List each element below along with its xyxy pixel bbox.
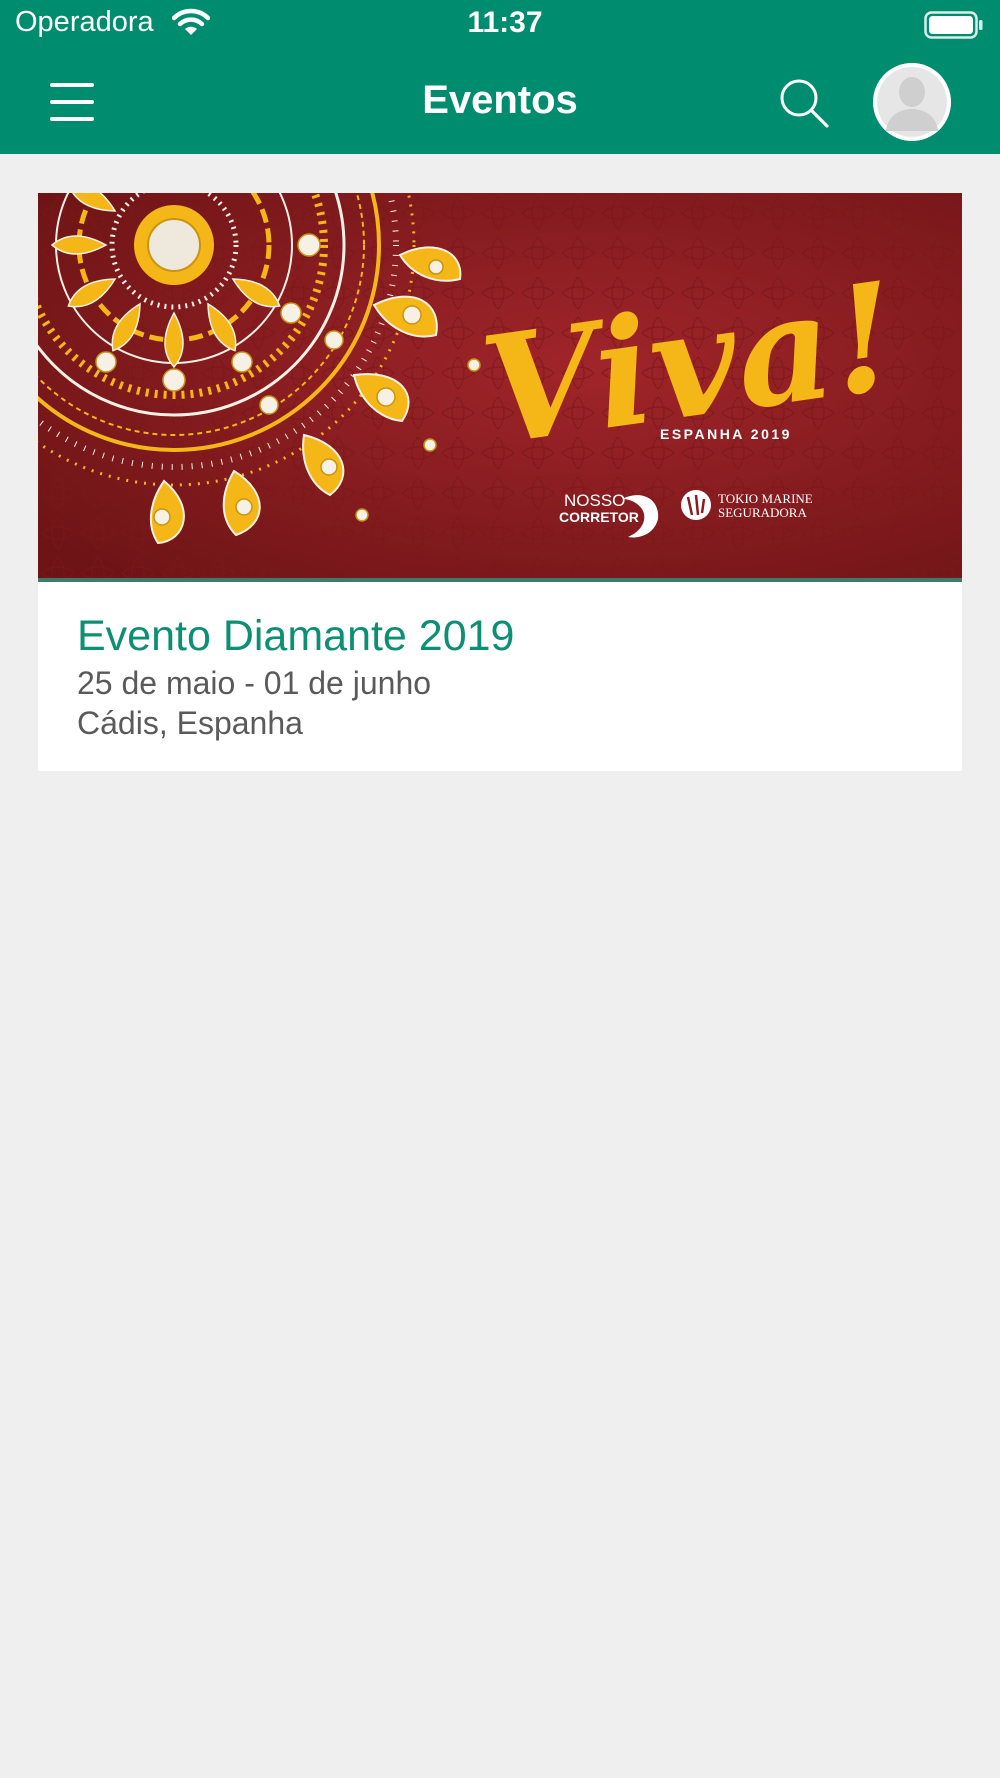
event-banner-image: Viva! ESPANHA 2019 NOSSO CORRETOR TOKIO … xyxy=(38,193,962,579)
status-time: 11:37 xyxy=(467,6,543,39)
event-dates: 25 de maio - 01 de junho xyxy=(77,665,432,701)
event-title: Evento Diamante 2019 xyxy=(77,612,515,660)
profile-avatar-button[interactable] xyxy=(873,63,951,141)
tokio-marine-logo: TOKIO MARINE SEGURADORA xyxy=(681,490,813,520)
app-bar: Operadora 11:37 Eventos xyxy=(0,0,1000,154)
event-location: Cádis, Espanha xyxy=(77,705,303,741)
banner-divider xyxy=(38,578,962,582)
search-icon[interactable] xyxy=(775,74,833,132)
svg-text:CORRETOR: CORRETOR xyxy=(559,509,639,525)
navigation-bar: Eventos xyxy=(0,50,1000,154)
svg-text:TOKIO MARINE: TOKIO MARINE xyxy=(718,491,813,506)
svg-text:SEGURADORA: SEGURADORA xyxy=(718,505,807,520)
svg-text:NOSSO: NOSSO xyxy=(564,491,625,510)
user-avatar-icon xyxy=(873,63,951,141)
battery-icon xyxy=(924,11,983,39)
banner-subtitle: ESPANHA 2019 xyxy=(660,426,792,442)
page-title: Eventos xyxy=(422,78,578,122)
event-card[interactable]: Viva! ESPANHA 2019 NOSSO CORRETOR TOKIO … xyxy=(38,193,962,771)
status-bar: Operadora 11:37 xyxy=(0,0,1000,50)
